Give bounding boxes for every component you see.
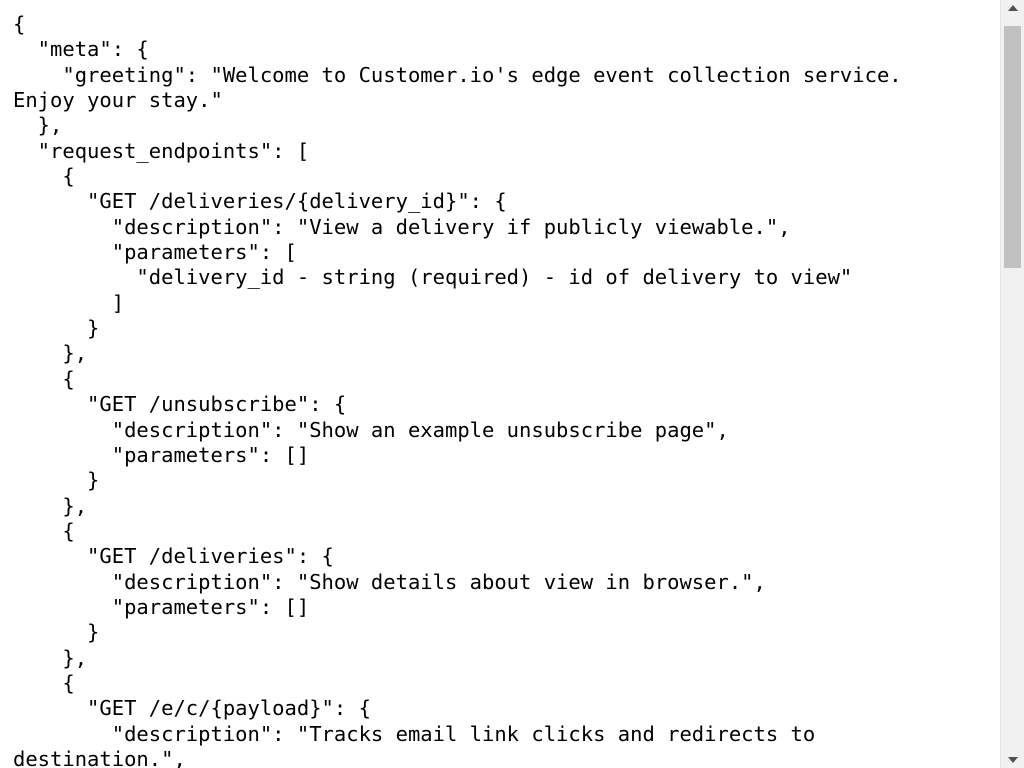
code-line: { — [13, 164, 75, 189]
code-line: Enjoy your stay." — [13, 88, 223, 113]
code-line: }, — [13, 341, 88, 366]
code-line: "GET /e/c/{payload}": { — [13, 696, 371, 721]
code-line: "GET /deliveries/{delivery_id}": { — [13, 189, 507, 214]
code-line: }, — [13, 493, 88, 518]
code-line: "meta": { — [13, 37, 149, 62]
code-line: { — [13, 518, 75, 543]
code-line: "parameters": [ — [13, 240, 297, 265]
code-line: "delivery_id - string (required) - id of… — [13, 265, 853, 290]
code-line: }, — [13, 645, 88, 670]
code-line: } — [13, 620, 100, 645]
code-line: "greeting": "Welcome to Customer.io's ed… — [13, 62, 902, 87]
json-viewer: { "meta": { "greeting": "Welcome to Cust… — [0, 0, 1000, 768]
scrollbar-thumb[interactable] — [1004, 26, 1021, 268]
json-document: { "meta": { "greeting": "Welcome to Cust… — [13, 12, 902, 768]
vertical-scrollbar[interactable] — [1000, 0, 1024, 768]
code-line: { — [13, 670, 75, 695]
code-line: "parameters": [] — [13, 594, 310, 619]
code-line: "description": "Tracks email link clicks… — [13, 721, 816, 746]
code-line: }, — [13, 113, 63, 138]
code-line: } — [13, 316, 100, 341]
code-line: "GET /unsubscribe": { — [13, 392, 347, 417]
code-line: destination.", — [13, 746, 186, 768]
code-line: "description": "Show details about view … — [13, 569, 766, 594]
scroll-down-arrow-icon[interactable] — [1001, 752, 1024, 768]
code-line: { — [13, 12, 26, 36]
code-line: "request_endpoints": [ — [13, 138, 310, 163]
code-line: "description": "Show an example unsubscr… — [13, 417, 729, 442]
code-line: "GET /deliveries": { — [13, 544, 334, 569]
code-line: "description": "View a delivery if publi… — [13, 214, 791, 239]
code-line: } — [13, 468, 100, 493]
code-line: { — [13, 366, 75, 391]
code-line: ] — [13, 290, 125, 315]
scroll-up-arrow-icon[interactable] — [1001, 0, 1024, 16]
code-line: "parameters": [] — [13, 442, 310, 467]
